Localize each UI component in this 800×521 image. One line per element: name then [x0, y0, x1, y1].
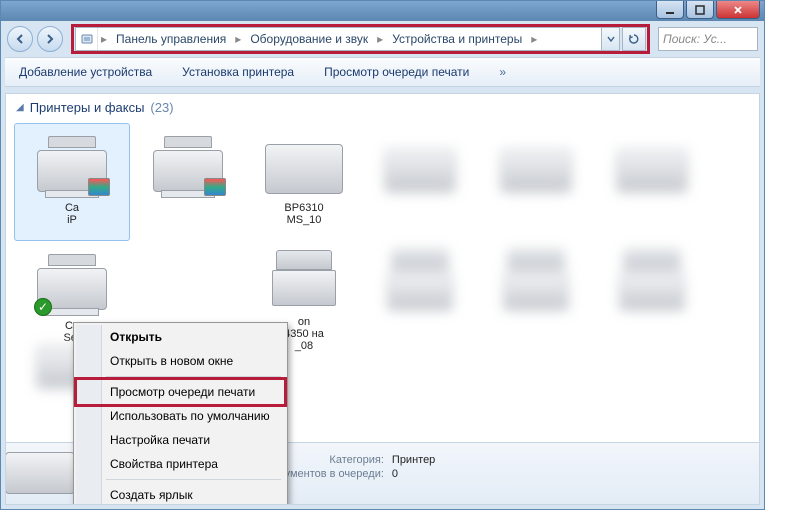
details-thumbnail	[16, 452, 64, 496]
printer-item[interactable]: Ca iP	[14, 123, 130, 241]
ctx-view-queue[interactable]: Просмотр очереди печати	[76, 380, 285, 404]
ctx-open[interactable]: Открыть	[76, 325, 285, 349]
group-title: Принтеры и факсы	[30, 100, 145, 115]
queue-value: 0	[392, 468, 435, 480]
printer-item[interactable]	[362, 241, 478, 359]
printer-item[interactable]	[362, 123, 478, 241]
add-device-button[interactable]: Добавление устройства	[13, 62, 158, 82]
item-label: BP6310 MS_10	[284, 202, 323, 226]
photo-badge-icon	[88, 178, 110, 196]
context-menu-separator	[106, 479, 281, 480]
printer-item[interactable]	[478, 241, 594, 359]
ctx-create-shortcut[interactable]: Создать ярлык	[76, 483, 285, 505]
crumb-control-panel[interactable]: Панель управления	[110, 28, 232, 50]
item-label: on 4350 на _08	[284, 316, 324, 352]
printer-item[interactable]	[478, 123, 594, 241]
crumb-devices-printers[interactable]: Устройства и принтеры	[386, 28, 528, 50]
ctx-open-new-window[interactable]: Открыть в новом окне	[76, 349, 285, 373]
location-icon	[76, 28, 98, 50]
navigation-bar: ▸ Панель управления ▸ Оборудование и зву…	[1, 21, 764, 57]
breadcrumb-highlight: ▸ Панель управления ▸ Оборудование и зву…	[71, 24, 650, 54]
context-menu-separator	[106, 376, 281, 377]
printer-item[interactable]	[130, 123, 246, 241]
category-value: Принтер	[392, 454, 435, 466]
chevron-right-icon: ▸	[374, 28, 386, 50]
command-toolbar: Добавление устройства Установка принтера…	[5, 57, 760, 87]
forward-button[interactable]	[37, 26, 63, 52]
breadcrumb[interactable]: ▸ Панель управления ▸ Оборудование и зву…	[75, 27, 620, 51]
ctx-printer-properties[interactable]: Свойства принтера	[76, 452, 285, 476]
collapse-icon: ◢	[16, 102, 24, 113]
ctx-print-preferences[interactable]: Настройка печати	[76, 428, 285, 452]
default-check-icon: ✓	[34, 298, 52, 316]
printer-item[interactable]: BP6310 MS_10	[246, 123, 362, 241]
back-button[interactable]	[7, 26, 33, 52]
chevron-right-icon: ▸	[232, 28, 244, 50]
group-count: (23)	[150, 100, 173, 115]
add-printer-button[interactable]: Установка принтера	[176, 62, 300, 82]
breadcrumb-dropdown[interactable]	[601, 28, 619, 50]
view-queue-button[interactable]: Просмотр очереди печати	[318, 62, 475, 82]
maximize-button[interactable]	[686, 1, 714, 19]
printer-item[interactable]	[594, 123, 710, 241]
photo-badge-icon	[204, 178, 226, 196]
context-menu: Открыть Открыть в новом окне Просмотр оч…	[73, 322, 288, 505]
close-button[interactable]	[716, 1, 760, 19]
group-header[interactable]: ◢ Принтеры и факсы (23)	[6, 94, 759, 119]
content-area: ◢ Принтеры и факсы (23) Ca iP BP6310 MS_…	[5, 93, 760, 505]
minimize-button[interactable]	[656, 1, 684, 19]
search-input[interactable]: Поиск: Ус...	[658, 27, 758, 51]
search-placeholder: Поиск: Ус...	[663, 32, 727, 46]
toolbar-overflow[interactable]: »	[493, 62, 512, 82]
titlebar	[1, 1, 764, 21]
chevron-right-icon: ▸	[528, 28, 540, 50]
item-label: Ca iP	[65, 202, 79, 226]
printer-item[interactable]	[594, 241, 710, 359]
ctx-set-default[interactable]: Использовать по умолчанию	[76, 404, 285, 428]
chevron-right-icon: ▸	[98, 28, 110, 50]
crumb-hardware-sound[interactable]: Оборудование и звук	[244, 28, 374, 50]
explorer-window: ▸ Панель управления ▸ Оборудование и зву…	[0, 0, 765, 510]
refresh-button[interactable]	[622, 27, 646, 51]
